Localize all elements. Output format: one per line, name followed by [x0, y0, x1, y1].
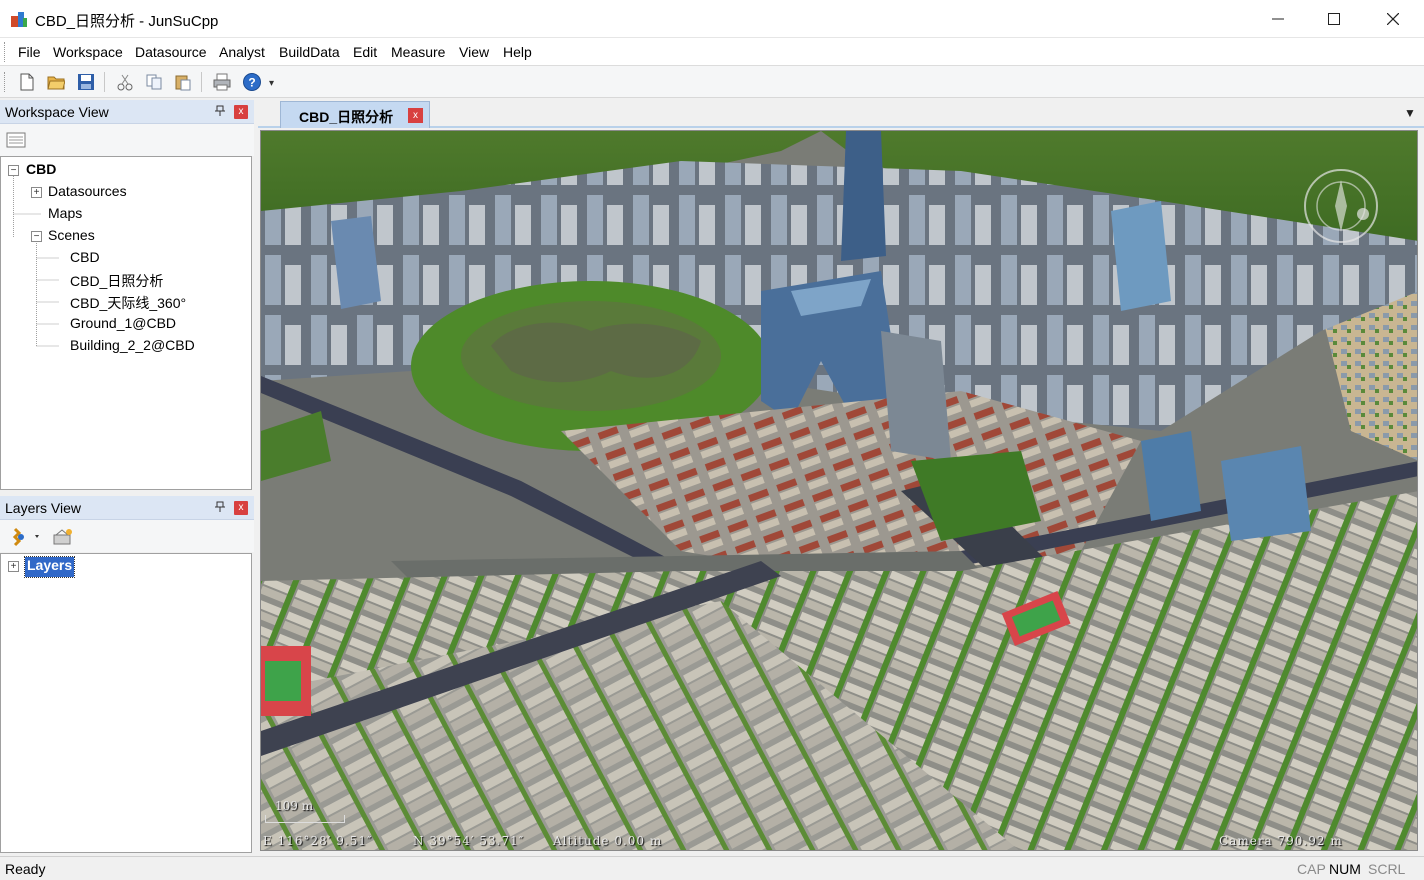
collapse-toggle[interactable]: −	[31, 231, 42, 242]
city-3d-scene	[261, 131, 1417, 850]
pin-icon[interactable]	[213, 501, 227, 515]
menu-measure[interactable]: Measure	[391, 44, 445, 60]
toolbar: ? ▾	[0, 66, 1424, 98]
open-folder-icon[interactable]	[44, 70, 68, 94]
tree-node-datasources[interactable]: Datasources	[48, 183, 127, 203]
pin-icon[interactable]	[213, 105, 227, 119]
workspace-properties-icon[interactable]	[6, 132, 28, 150]
layers-view-title: Layers View	[5, 500, 82, 516]
tree-node-scene-item[interactable]: CBD_天际线_360°	[70, 293, 186, 313]
document-tab-strip: CBD_日照分析 x ▼	[258, 98, 1424, 128]
menu-grip[interactable]	[4, 42, 7, 62]
camera-readout: Camera 790.92 m	[1219, 834, 1343, 848]
copy-icon[interactable]	[142, 70, 166, 94]
latitude-readout: N 39°54′ 53.71″	[413, 834, 525, 848]
expand-toggle[interactable]: +	[8, 561, 19, 572]
menu-builddata[interactable]: BuildData	[279, 44, 340, 60]
title-bar: CBD_日照分析 - JunSuCpp	[0, 0, 1424, 38]
layers-view-toolbar	[0, 520, 254, 552]
layers-tree: + Layers	[0, 553, 252, 853]
menu-file[interactable]: File	[18, 44, 41, 60]
print-icon[interactable]	[210, 70, 234, 94]
scene-viewport[interactable]: 109 m E 116°28′ 9.51″ N 39°54′ 53.71″ Al…	[260, 130, 1418, 851]
tab-list-dropdown-icon[interactable]: ▼	[1404, 106, 1416, 120]
status-text: Ready	[5, 861, 46, 877]
tree-node-scene-item[interactable]: Building_2_2@CBD	[70, 337, 195, 357]
workspace-view-toolbar	[0, 124, 254, 156]
tree-node-scene-item[interactable]: CBD_日照分析	[70, 271, 163, 291]
svg-text:?: ?	[248, 76, 255, 90]
save-icon[interactable]	[74, 70, 98, 94]
toolbar-separator	[201, 72, 202, 92]
layers-view-close-button[interactable]: x	[234, 501, 248, 515]
menu-workspace[interactable]: Workspace	[53, 44, 123, 60]
menu-analyst[interactable]: Analyst	[219, 44, 265, 60]
tree-node-scene-item[interactable]: Ground_1@CBD	[70, 315, 176, 335]
maximize-button[interactable]	[1305, 0, 1363, 38]
help-icon[interactable]: ?	[240, 70, 264, 94]
close-window-button[interactable]	[1364, 0, 1422, 38]
window-title: CBD_日照分析 - JunSuCpp	[35, 13, 219, 30]
tab-label: CBD_日照分析	[299, 109, 394, 125]
layer-settings-icon[interactable]	[52, 527, 74, 547]
menu-help[interactable]: Help	[503, 44, 532, 60]
paste-icon[interactable]	[171, 70, 195, 94]
scale-bar	[265, 815, 345, 823]
app-logo-icon	[11, 12, 27, 27]
menu-datasource[interactable]: Datasource	[135, 44, 207, 60]
toolbar-grip[interactable]	[4, 72, 7, 92]
toolbar-overflow-icon[interactable]: ▾	[269, 78, 274, 89]
scroll-lock-indicator: SCRL	[1368, 861, 1406, 877]
num-lock-indicator: NUM	[1329, 861, 1361, 877]
workspace-view-close-button[interactable]: x	[234, 105, 248, 119]
tree-node-maps[interactable]: Maps	[48, 205, 82, 225]
compass-icon[interactable]	[1301, 166, 1381, 246]
altitude-readout: Altitude 0.00 m	[553, 834, 663, 848]
minimize-button[interactable]	[1249, 0, 1307, 38]
workspace-tree: − CBD + Datasources Maps − Scenes CBD CB…	[0, 156, 252, 490]
expand-toggle[interactable]: +	[31, 187, 42, 198]
tab-close-button[interactable]: x	[408, 108, 423, 123]
caps-lock-indicator: CAP	[1297, 861, 1326, 877]
cut-icon[interactable]	[113, 70, 137, 94]
scale-label: 109 m	[275, 799, 314, 813]
tree-node-scenes[interactable]: Scenes	[48, 227, 95, 247]
new-file-icon[interactable]	[15, 70, 39, 94]
tab-cbd-sunlight-analysis[interactable]: CBD_日照分析 x	[280, 101, 430, 128]
menu-edit[interactable]: Edit	[353, 44, 377, 60]
layer-style-dropdown-icon[interactable]	[9, 527, 43, 547]
toolbar-separator	[104, 72, 105, 92]
tree-node-layers-root[interactable]: Layers	[23, 556, 76, 578]
workspace-view-header: Workspace View x	[0, 100, 254, 124]
tree-node-scene-item[interactable]: CBD	[70, 249, 100, 269]
status-bar: Ready CAP NUM SCRL	[0, 856, 1424, 880]
workspace-view-title: Workspace View	[5, 104, 109, 120]
menu-view[interactable]: View	[459, 44, 489, 60]
layers-view-header: Layers View x	[0, 496, 254, 520]
menu-bar: File Workspace Datasource Analyst BuildD…	[0, 38, 1424, 66]
longitude-readout: E 116°28′ 9.51″	[263, 834, 373, 848]
